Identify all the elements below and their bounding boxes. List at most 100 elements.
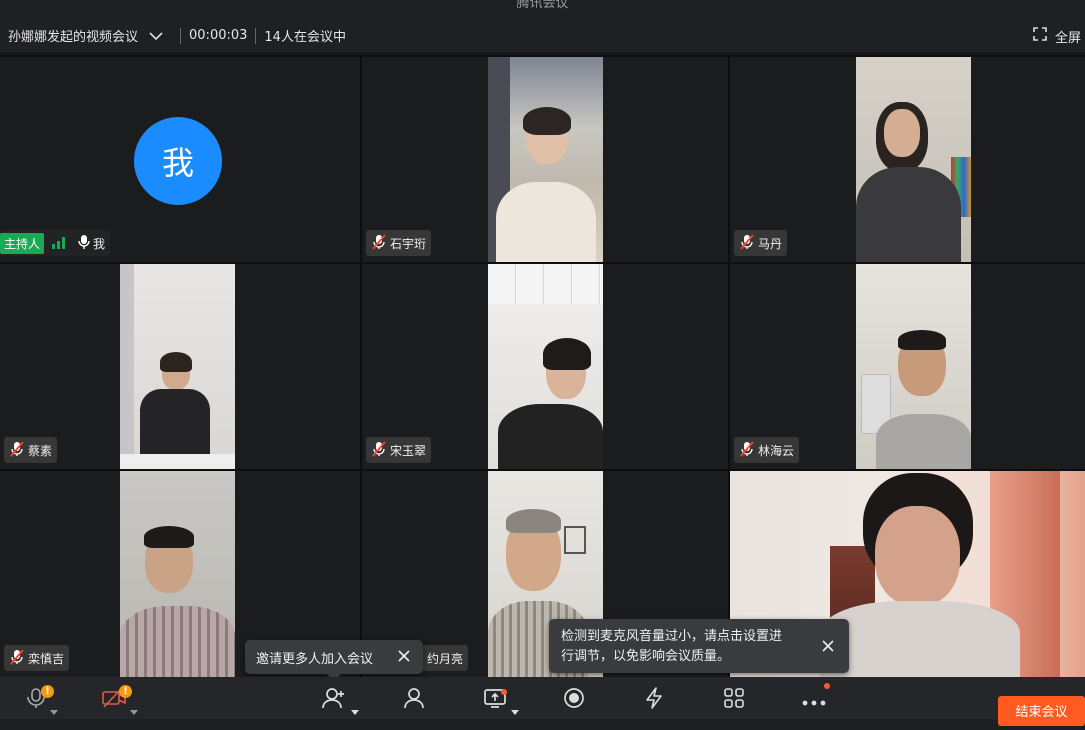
fullscreen-icon xyxy=(1033,27,1047,45)
participant-name: 约月亮 xyxy=(427,651,464,666)
participant-name: 马丹 xyxy=(758,236,783,251)
video-body xyxy=(498,404,603,469)
mic-muted-icon xyxy=(9,648,25,668)
chevron-down-icon[interactable] xyxy=(511,701,519,720)
video-wall xyxy=(120,264,134,469)
invite-button[interactable] xyxy=(320,687,348,713)
video-feed xyxy=(488,57,603,262)
video-grid: 我 主持人 我 石宇珩 马丹 蔡素 宋玉翠 林海云 栾慎吉 约月亮 xyxy=(0,55,1085,677)
microphone-button[interactable]: ! xyxy=(22,685,54,713)
video-hair xyxy=(144,526,194,548)
warning-badge: ! xyxy=(119,685,132,698)
participant-tile-me[interactable]: 我 主持人 我 xyxy=(0,57,360,262)
apps-button[interactable] xyxy=(640,687,668,713)
notification-dot xyxy=(501,689,507,695)
video-ceiling xyxy=(488,264,603,304)
mic-warning-line1: 检测到麦克风音量过小，请点击设置进 xyxy=(561,629,783,644)
warning-badge: ! xyxy=(41,685,54,698)
participant-name: 蔡素 xyxy=(28,443,53,458)
participant-name: 栾慎吉 xyxy=(28,651,65,666)
mic-muted-icon xyxy=(739,440,755,460)
participant-name: 石宇珩 xyxy=(390,236,427,251)
participant-tile[interactable]: 宋玉翠 xyxy=(362,264,728,469)
video-feed xyxy=(120,264,235,469)
nametag: 石宇珩 xyxy=(366,230,432,256)
video-hair xyxy=(898,330,946,350)
video-body xyxy=(496,182,596,262)
nametag: 宋玉翠 xyxy=(366,437,432,463)
video-feed xyxy=(856,264,971,469)
grid-icon xyxy=(723,687,745,713)
avatar: 我 xyxy=(134,117,222,205)
chevron-down-icon[interactable] xyxy=(146,26,166,46)
more-icon xyxy=(802,691,826,710)
participant-name: 我 xyxy=(93,236,106,251)
meeting-timer: 00:00:03 xyxy=(189,28,248,43)
video-desk xyxy=(120,454,235,469)
nametag: 主持人 我 xyxy=(0,230,111,256)
microphone-icon xyxy=(78,234,90,253)
video-feed xyxy=(856,57,971,262)
participant-tile[interactable]: 蔡素 xyxy=(0,264,360,469)
participant-tile[interactable]: 林海云 xyxy=(730,264,1085,469)
mic-warning-tooltip: 检测到麦克风音量过小，请点击设置进 行调节，以免影响会议质量。 xyxy=(549,619,849,673)
fullscreen-label: 全屏 xyxy=(1054,30,1081,46)
participants-icon xyxy=(402,687,426,713)
signal-icon xyxy=(51,235,67,252)
video-body xyxy=(876,414,971,469)
layout-button[interactable] xyxy=(720,687,748,713)
close-icon[interactable] xyxy=(397,649,411,667)
notification-dot xyxy=(824,683,830,689)
video-body xyxy=(856,167,961,262)
video-body xyxy=(820,601,1020,677)
close-icon[interactable] xyxy=(821,639,835,660)
end-meeting-button[interactable]: 结束会议 xyxy=(998,696,1085,726)
nametag: 蔡素 xyxy=(4,437,58,463)
record-icon xyxy=(563,687,585,713)
video-feed xyxy=(120,471,235,677)
video-hair xyxy=(160,352,192,372)
mic-muted-icon xyxy=(371,440,387,460)
divider xyxy=(180,27,182,44)
video-picture-frame xyxy=(564,526,586,554)
video-body xyxy=(120,606,235,677)
nametag: 栾慎吉 xyxy=(4,645,70,671)
mic-muted-icon xyxy=(371,233,387,253)
meeting-title[interactable]: 孙娜娜发起的视频会议 xyxy=(8,26,138,45)
meeting-toolbar: ! ! xyxy=(0,677,1085,719)
more-button[interactable] xyxy=(800,683,830,713)
video-face xyxy=(875,506,960,606)
chevron-down-icon[interactable] xyxy=(130,701,138,720)
participant-tile[interactable]: 马丹 xyxy=(730,57,1085,262)
lightning-icon xyxy=(643,687,665,713)
window-titlebar: 腾讯会议 xyxy=(0,0,1085,18)
video-face xyxy=(884,109,920,157)
host-badge: 主持人 xyxy=(0,232,45,254)
mic-warning-line2: 行调节，以免影响会议质量。 xyxy=(561,649,731,664)
add-user-icon xyxy=(322,687,346,713)
invite-tooltip-text: 邀请更多人加入会议 xyxy=(256,651,374,667)
video-hair xyxy=(506,509,561,533)
mic-muted-icon xyxy=(9,440,25,460)
meeting-header: 孙娜娜发起的视频会议 00:00:03 14人在会议中 全屏 xyxy=(0,18,1085,54)
camera-button[interactable]: ! xyxy=(100,685,132,713)
participant-name: 林海云 xyxy=(758,443,795,458)
nametag: 约月亮 xyxy=(422,645,469,671)
participant-tile[interactable]: 石宇珩 xyxy=(362,57,728,262)
invite-tooltip: 邀请更多人加入会议 xyxy=(245,640,423,682)
video-hair xyxy=(543,338,591,370)
mic-muted-icon xyxy=(739,233,755,253)
chevron-down-icon[interactable] xyxy=(50,701,58,720)
video-body xyxy=(140,389,210,459)
participants-button[interactable] xyxy=(400,687,428,713)
fullscreen-button[interactable]: 全屏 xyxy=(1033,18,1081,54)
video-feed xyxy=(488,264,603,469)
nametag: 马丹 xyxy=(734,230,788,256)
share-screen-button[interactable] xyxy=(481,687,509,713)
divider xyxy=(255,27,257,44)
chevron-down-icon[interactable] xyxy=(351,701,359,720)
nametag: 林海云 xyxy=(734,437,800,463)
window-title: 腾讯会议 xyxy=(516,0,569,11)
record-button[interactable] xyxy=(560,687,588,713)
participant-count: 14人在会议中 xyxy=(264,30,346,45)
